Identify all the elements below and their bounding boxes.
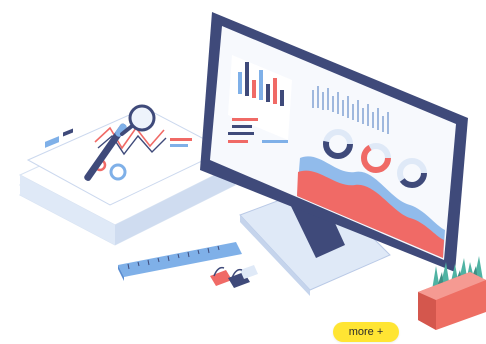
binder-clips-icon <box>210 265 258 288</box>
more-button[interactable]: more + <box>333 322 399 342</box>
report-stack-icon <box>18 104 237 246</box>
analytics-illustration <box>18 12 486 330</box>
